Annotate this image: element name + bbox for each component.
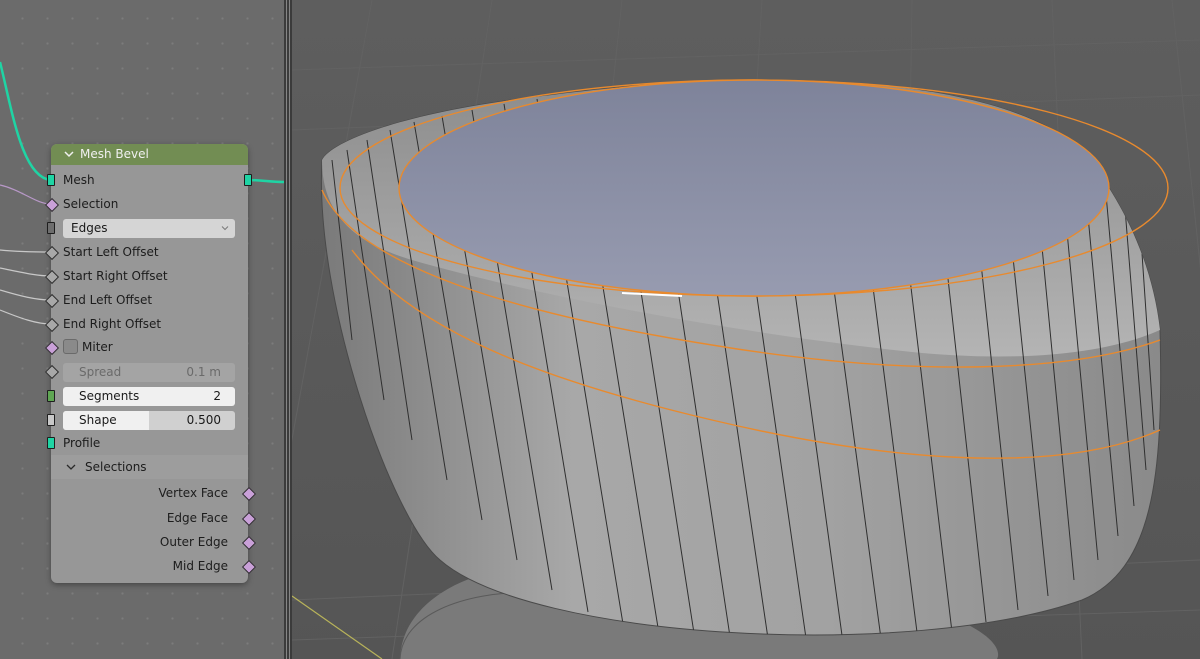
profile-socket[interactable]	[47, 437, 55, 449]
input-mesh-label: Mesh	[63, 173, 95, 187]
shape-value: 0.500	[186, 413, 221, 427]
segments-label: Segments	[79, 389, 140, 403]
vertex-face-label: Vertex Face	[158, 486, 228, 500]
input-start-right-offset-row: Start Right Offset	[44, 265, 248, 287]
shape-slider[interactable]: Shape 0.500	[63, 411, 235, 430]
mode-value: Edges	[71, 221, 108, 235]
mode-row: Edges	[47, 217, 248, 239]
chevron-down-icon	[66, 464, 76, 470]
mode-dropdown[interactable]: Edges	[63, 219, 235, 238]
node-editor[interactable]: Mesh Bevel Mesh Selection Edges Start Le…	[0, 0, 284, 659]
miter-label: Miter	[82, 340, 113, 354]
link-geometry-in	[0, 61, 52, 182]
segments-field[interactable]: Segments 2	[63, 387, 235, 406]
chevron-down-icon[interactable]	[64, 144, 74, 165]
input-shape-row: Shape 0.500	[47, 409, 248, 431]
spread-label: Spread	[79, 365, 122, 379]
link-start-right-in	[0, 267, 52, 277]
input-profile-row: Profile	[47, 432, 248, 454]
link-start-left-in	[0, 249, 52, 253]
input-miter-row: Miter	[44, 336, 248, 358]
mid-edge-label: Mid Edge	[172, 559, 228, 573]
node-title: Mesh Bevel	[80, 147, 149, 161]
link-geometry-out	[247, 178, 284, 184]
shape-socket[interactable]	[47, 414, 55, 426]
input-mesh-row: Mesh	[47, 169, 252, 191]
area-divider[interactable]	[284, 0, 292, 659]
segments-value: 2	[213, 389, 221, 403]
spread-field[interactable]: Spread 0.1 m	[63, 363, 235, 382]
top-face	[398, 79, 1110, 297]
mesh-bevel-node[interactable]: Mesh Bevel Mesh Selection Edges Start Le…	[44, 144, 257, 583]
end-right-offset-label: End Right Offset	[63, 317, 162, 331]
link-end-left-in	[0, 289, 52, 301]
input-end-right-offset-row: End Right Offset	[44, 313, 248, 335]
input-spread-row: Spread 0.1 m	[44, 361, 248, 383]
input-start-left-offset-row: Start Left Offset	[44, 241, 248, 263]
3d-viewport[interactable]	[292, 0, 1200, 659]
node-header[interactable]: Mesh Bevel	[51, 144, 248, 165]
outer-edge-label: Outer Edge	[159, 535, 228, 549]
selections-panel-header[interactable]: Selections	[51, 455, 248, 479]
output-edge-face-row: Edge Face	[51, 507, 257, 529]
start-left-offset-label: Start Left Offset	[63, 245, 159, 259]
output-vertex-face-row: Vertex Face	[51, 482, 257, 504]
output-mid-edge-row: Mid Edge	[51, 555, 257, 577]
chevron-down-icon	[221, 226, 229, 231]
link-end-right-in	[0, 309, 52, 325]
mesh-output-socket[interactable]	[244, 174, 252, 186]
end-left-offset-label: End Left Offset	[63, 293, 153, 307]
profile-label: Profile	[63, 436, 101, 450]
start-right-offset-label: Start Right Offset	[63, 269, 168, 283]
input-segments-row: Segments 2	[47, 385, 248, 407]
mode-socket[interactable]	[47, 222, 55, 234]
miter-checkbox[interactable]	[63, 339, 78, 354]
input-end-left-offset-row: End Left Offset	[44, 289, 248, 311]
link-selection-in	[0, 184, 52, 205]
input-selection-label: Selection	[63, 197, 119, 211]
output-outer-edge-row: Outer Edge	[51, 531, 257, 553]
mesh-input-socket[interactable]	[47, 174, 55, 186]
edge-face-label: Edge Face	[166, 511, 228, 525]
viewport-scene	[292, 0, 1200, 659]
selections-panel-label: Selections	[85, 460, 147, 474]
spread-value: 0.1 m	[186, 365, 221, 379]
input-selection-row: Selection	[44, 193, 248, 215]
shape-label: Shape	[79, 413, 117, 427]
segments-socket[interactable]	[47, 390, 55, 402]
